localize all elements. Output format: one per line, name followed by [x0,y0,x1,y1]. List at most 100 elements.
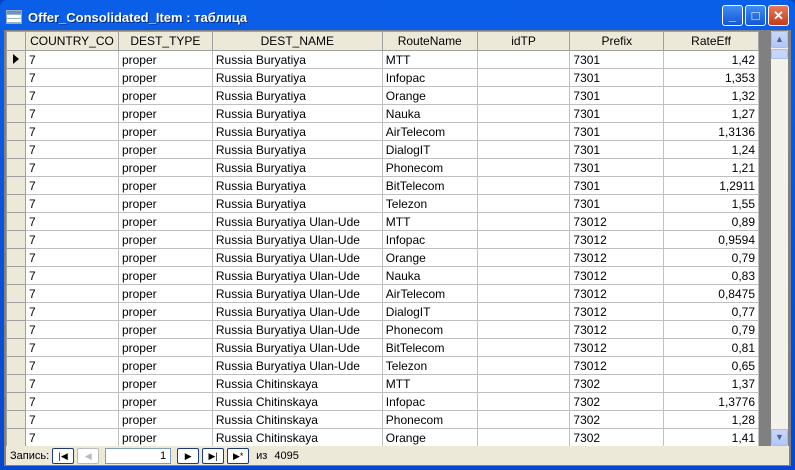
cell-routename[interactable]: AirTelecom [381,284,478,303]
cell-dest-name[interactable]: Russia Buryatiya Ulan-Ude [211,230,383,249]
cell-dest-name[interactable]: Russia Chitinskaya [211,374,383,393]
cell-dest-type[interactable]: proper [117,212,213,231]
table-row[interactable]: 7 proper Russia Chitinskaya Phonecom 7302 1,2… [6,410,759,429]
cell-prefix[interactable]: 73012 [569,266,665,285]
cell-rateeff[interactable]: 1,55 [663,194,759,213]
table-row[interactable]: 7 proper Russia Buryatiya Telezon 7301 1,55 [6,194,759,213]
table-row[interactable]: 7 proper Russia Buryatiya Orange 7301 1,32 [6,86,759,105]
cell-rateeff[interactable]: 1,3136 [663,122,759,141]
cell-idtp[interactable] [476,374,571,393]
cell-country-co[interactable]: 7 [24,302,119,321]
table-row[interactable]: 7 proper Russia Buryatiya BitTelecom 7301 1,2… [6,176,759,195]
cell-routename[interactable]: Nauka [381,104,478,123]
cell-prefix[interactable]: 7301 [569,140,665,159]
cell-prefix[interactable]: 7301 [569,176,665,195]
previous-record-button[interactable]: ◀ [77,447,100,464]
cell-prefix[interactable]: 73012 [569,338,665,357]
cell-dest-name[interactable]: Russia Buryatiya Ulan-Ude [211,320,383,339]
cell-prefix[interactable]: 7301 [569,68,665,87]
row-selector[interactable] [6,338,26,357]
cell-routename[interactable]: Telezon [381,356,478,375]
cell-dest-name[interactable]: Russia Buryatiya [211,104,383,123]
table-row[interactable]: 7 proper Russia Chitinskaya MTT 7302 1,37 [6,374,759,393]
cell-rateeff[interactable]: 0,8475 [663,284,759,303]
record-number-input[interactable]: 1 [105,447,172,464]
cell-dest-name[interactable]: Russia Buryatiya [211,176,383,195]
cell-country-co[interactable]: 7 [24,410,119,429]
row-selector[interactable] [6,320,26,339]
last-record-button[interactable]: ▶| [202,447,225,464]
minimize-button[interactable]: _ [722,5,743,26]
cell-idtp[interactable] [476,320,571,339]
cell-routename[interactable]: Infopac [381,68,478,87]
table-row[interactable]: 7 proper Russia Buryatiya Ulan-Ude BitTelec… [6,338,759,357]
column-header[interactable]: COUNTRY_CO [24,31,119,51]
cell-idtp[interactable] [476,86,571,105]
cell-routename[interactable]: Phonecom [381,410,478,429]
cell-rateeff[interactable]: 1,42 [663,50,759,69]
cell-dest-name[interactable]: Russia Buryatiya Ulan-Ude [211,338,383,357]
row-selector[interactable] [6,374,26,393]
cell-prefix[interactable]: 7301 [569,194,665,213]
cell-idtp[interactable] [476,248,571,267]
cell-idtp[interactable] [476,230,571,249]
cell-dest-type[interactable]: proper [117,68,213,87]
cell-country-co[interactable]: 7 [24,104,119,123]
cell-idtp[interactable] [476,428,571,446]
table-row[interactable]: 7 proper Russia Buryatiya Ulan-Ude Infopac 7… [6,230,759,249]
cell-idtp[interactable] [476,176,571,195]
cell-idtp[interactable] [476,302,571,321]
cell-dest-type[interactable]: proper [117,248,213,267]
table-row[interactable]: 7 proper Russia Buryatiya Ulan-Ude Orange 73… [6,248,759,267]
table-row[interactable]: 7 proper Russia Buryatiya Ulan-Ude DialogIT… [6,302,759,321]
cell-country-co[interactable]: 7 [24,392,119,411]
cell-prefix[interactable]: 7301 [569,50,665,69]
cell-country-co[interactable]: 7 [24,140,119,159]
cell-prefix[interactable]: 73012 [569,284,665,303]
cell-country-co[interactable]: 7 [24,230,119,249]
column-header[interactable]: Prefix [569,31,665,51]
cell-routename[interactable]: Phonecom [381,158,478,177]
cell-idtp[interactable] [476,50,571,69]
table-row[interactable]: 7 proper Russia Buryatiya Ulan-Ude Telezon 7… [6,356,759,375]
cell-country-co[interactable]: 7 [24,374,119,393]
cell-idtp[interactable] [476,356,571,375]
cell-country-co[interactable]: 7 [24,266,119,285]
cell-dest-type[interactable]: proper [117,230,213,249]
table-row[interactable]: 7 proper Russia Buryatiya DialogIT 7301 1,24 [6,140,759,159]
cell-idtp[interactable] [476,140,571,159]
cell-idtp[interactable] [476,122,571,141]
table-row[interactable]: 7 proper Russia Buryatiya Ulan-Ude MTT 73012… [6,212,759,231]
cell-prefix[interactable]: 7302 [569,428,665,446]
vertical-scrollbar[interactable]: ▲ ▼ [771,31,788,446]
table-row[interactable]: 7 proper Russia Buryatiya Ulan-Ude Nauka 730… [6,266,759,285]
column-header[interactable]: RateEff [663,31,759,51]
cell-rateeff[interactable]: 1,32 [663,86,759,105]
cell-routename[interactable]: MTT [381,374,478,393]
cell-dest-name[interactable]: Russia Buryatiya [211,122,383,141]
row-selector[interactable] [6,158,26,177]
cell-dest-name[interactable]: Russia Buryatiya [211,158,383,177]
cell-prefix[interactable]: 73012 [569,320,665,339]
cell-rateeff[interactable]: 0,77 [663,302,759,321]
cell-prefix[interactable]: 7301 [569,104,665,123]
cell-dest-type[interactable]: proper [117,194,213,213]
cell-rateeff[interactable]: 1,21 [663,158,759,177]
cell-rateeff[interactable]: 1,37 [663,374,759,393]
cell-rateeff[interactable]: 0,79 [663,248,759,267]
cell-country-co[interactable]: 7 [24,194,119,213]
table-row[interactable]: 7 proper Russia Buryatiya Infopac 7301 1,353 [6,68,759,87]
column-header[interactable]: DEST_TYPE [117,31,213,51]
cell-dest-name[interactable]: Russia Chitinskaya [211,392,383,411]
cell-rateeff[interactable]: 1,28 [663,410,759,429]
row-selector[interactable] [6,284,26,303]
cell-dest-type[interactable]: proper [117,266,213,285]
cell-rateeff[interactable]: 1,3776 [663,392,759,411]
table-row[interactable]: 7 proper Russia Chitinskaya Orange 7302 1,41 [6,428,759,446]
row-selector[interactable] [6,68,26,87]
cell-dest-name[interactable]: Russia Buryatiya Ulan-Ude [211,302,383,321]
row-selector[interactable] [6,104,26,123]
cell-rateeff[interactable]: 1,24 [663,140,759,159]
cell-routename[interactable]: BitTelecom [381,338,478,357]
cell-prefix[interactable]: 7301 [569,158,665,177]
